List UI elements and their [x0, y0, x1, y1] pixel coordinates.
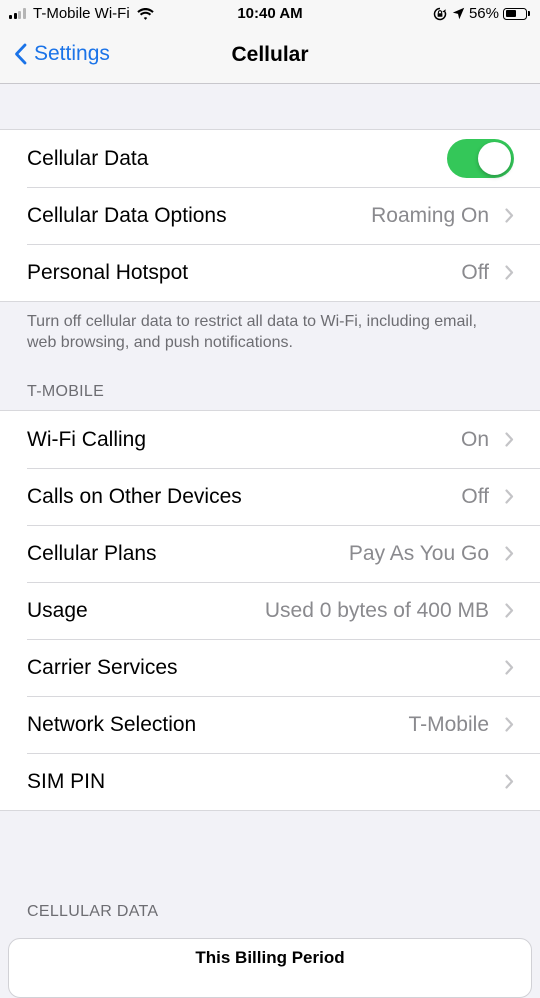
chevron-right-icon: [505, 208, 514, 223]
row-value: Off: [461, 260, 489, 284]
row-label: Network Selection: [27, 712, 197, 736]
section-header-carrier: T-MOBILE: [27, 383, 105, 400]
row-cellular-data-options[interactable]: Cellular Data Options Roaming On: [0, 187, 540, 244]
row-label: Calls on Other Devices: [27, 484, 242, 508]
carrier-group: Wi-Fi Calling On Calls on Other Devices …: [0, 410, 540, 811]
row-label: Wi-Fi Calling: [27, 427, 147, 451]
chevron-right-icon: [505, 603, 514, 618]
chevron-right-icon: [505, 432, 514, 447]
page-title: Cellular: [231, 43, 309, 66]
cellular-data-footer: Turn off cellular data to restrict all d…: [27, 313, 477, 351]
cellular-data-toggle[interactable]: [447, 139, 514, 178]
battery-icon: [503, 7, 530, 20]
row-value: Roaming On: [371, 203, 489, 227]
status-right: 56%: [433, 5, 530, 22]
row-label: Usage: [27, 598, 88, 622]
status-bar: T-Mobile Wi-Fi 10:40 AM 56%: [0, 0, 540, 30]
row-cellular-plans[interactable]: Cellular Plans Pay As You Go: [0, 525, 540, 582]
row-label: Personal Hotspot: [27, 260, 189, 284]
row-label: Cellular Data Options: [27, 203, 227, 227]
row-label: SIM PIN: [27, 769, 106, 793]
billing-period-title: This Billing Period: [195, 948, 345, 967]
row-value: T-Mobile: [408, 712, 489, 736]
row-label: Cellular Plans: [27, 541, 157, 565]
row-carrier-services[interactable]: Carrier Services: [0, 639, 540, 696]
section-header-cellular-data: CELLULAR DATA: [27, 903, 159, 920]
nav-bar: Settings Cellular: [0, 30, 540, 84]
cellular-data-group: Cellular Data Cellular Data Options Roam…: [0, 129, 540, 302]
row-value: Off: [461, 484, 489, 508]
row-usage[interactable]: Usage Used 0 bytes of 400 MB: [0, 582, 540, 639]
row-cellular-data: Cellular Data: [0, 130, 540, 187]
chevron-right-icon: [505, 774, 514, 789]
row-label: Carrier Services: [27, 655, 178, 679]
chevron-right-icon: [505, 546, 514, 561]
battery-level-fill: [505, 10, 517, 17]
chevron-right-icon: [505, 660, 514, 675]
row-value: Used 0 bytes of 400 MB: [264, 598, 489, 622]
row-calls-on-other-devices[interactable]: Calls on Other Devices Off: [0, 468, 540, 525]
row-wifi-calling[interactable]: Wi-Fi Calling On: [0, 411, 540, 468]
location-icon: [452, 7, 465, 20]
row-value: Pay As You Go: [348, 541, 489, 565]
chevron-right-icon: [505, 265, 514, 280]
row-sim-pin[interactable]: SIM PIN: [0, 753, 540, 810]
orientation-lock-icon: [433, 7, 447, 20]
row-network-selection[interactable]: Network Selection T-Mobile: [0, 696, 540, 753]
chevron-right-icon: [505, 717, 514, 732]
chevron-right-icon: [505, 489, 514, 504]
billing-period-card: This Billing Period: [8, 938, 532, 998]
toggle-knob: [478, 142, 511, 175]
row-personal-hotspot[interactable]: Personal Hotspot Off: [0, 244, 540, 301]
row-label: Cellular Data: [27, 146, 149, 170]
battery-percent: 56%: [468, 5, 499, 22]
row-value: On: [460, 427, 489, 451]
